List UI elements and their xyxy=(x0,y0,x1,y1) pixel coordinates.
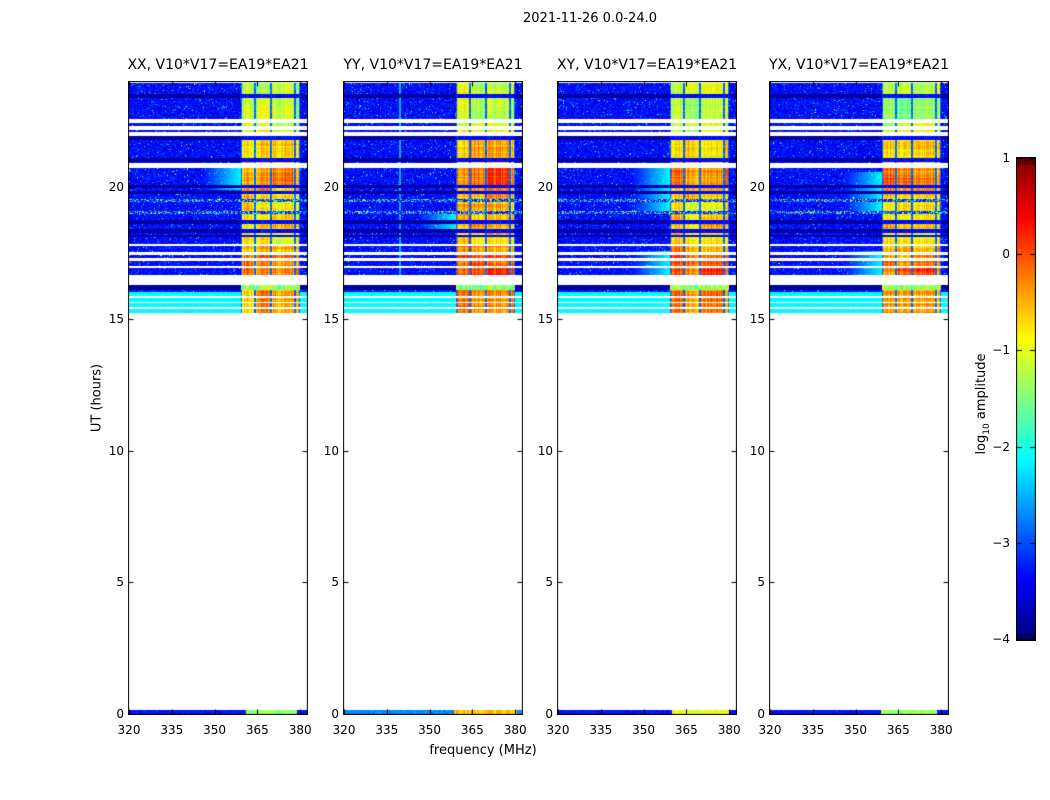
x-tick-label: 380 xyxy=(929,723,953,737)
x-tick-label: 350 xyxy=(844,723,868,737)
y-tick-label: 10 xyxy=(108,443,124,458)
colorbar-tick-label: −1 xyxy=(992,343,1010,358)
x-tick-label: 365 xyxy=(245,723,269,737)
y-tick-label: 10 xyxy=(749,443,765,458)
colorbar-tick-label: −3 xyxy=(992,535,1010,550)
colorbar-tick-label: −2 xyxy=(992,439,1010,454)
y-tick-label: 5 xyxy=(331,575,339,590)
y-tick-label: 5 xyxy=(545,575,553,590)
y-tick-label: 15 xyxy=(749,312,765,326)
panel-title-yx: YX, V10*V17=EA19*EA21 xyxy=(768,57,950,73)
x-tick-label: 365 xyxy=(460,723,484,737)
spectrogram-panel-xx xyxy=(128,81,308,715)
y-tick-label: 5 xyxy=(757,575,765,590)
x-tick-label: 380 xyxy=(717,723,741,737)
x-tick-label: 320 xyxy=(332,723,356,737)
colorbar xyxy=(1016,157,1036,641)
colorbar-tick-label: 0 xyxy=(1002,247,1010,262)
spectrogram-panel-yy xyxy=(343,81,523,715)
y-tick-label: 5 xyxy=(116,575,124,590)
y-tick-label: 0 xyxy=(331,707,339,721)
x-tick-label: 350 xyxy=(632,723,656,737)
colorbar-tick-label: 1 xyxy=(1002,151,1010,165)
figure-title: 2021-11-26 0.0-24.0 xyxy=(523,11,657,26)
y-tick-label: 0 xyxy=(757,707,765,721)
x-tick-label: 350 xyxy=(418,723,442,737)
spectrogram-panel-xy xyxy=(557,81,737,715)
x-tick-label: 380 xyxy=(503,723,527,737)
y-tick-label: 20 xyxy=(749,180,765,195)
y-tick-label: 15 xyxy=(323,312,339,326)
y-tick-label: 10 xyxy=(323,443,339,458)
x-tick-label: 335 xyxy=(589,723,613,737)
x-tick-label: 380 xyxy=(288,723,312,737)
y-tick-label: 20 xyxy=(108,180,124,195)
y-tick-label: 20 xyxy=(323,180,339,195)
x-tick-label: 335 xyxy=(160,723,184,737)
x-tick-label: 335 xyxy=(375,723,399,737)
y-axis-label: UT (hours) xyxy=(89,363,105,433)
y-tick-label: 0 xyxy=(116,707,124,721)
x-tick-label: 350 xyxy=(203,723,227,737)
x-tick-label: 320 xyxy=(758,723,782,737)
y-tick-label: 15 xyxy=(108,312,124,326)
x-tick-label: 365 xyxy=(886,723,910,737)
panel-title-yy: YY, V10*V17=EA19*EA21 xyxy=(343,57,523,73)
x-axis-label: frequency (MHz) xyxy=(429,743,537,758)
dynamic-spectrum-figure: 2021-11-26 0.0-24.0 XX, V10*V17=EA19*EA2… xyxy=(0,0,1050,800)
y-tick-label: 0 xyxy=(545,707,553,721)
x-tick-label: 320 xyxy=(117,723,141,737)
panel-title-xx: XX, V10*V17=EA19*EA21 xyxy=(127,57,309,73)
y-tick-label: 15 xyxy=(537,312,553,326)
spectrogram-panel-yx xyxy=(769,81,949,715)
x-tick-label: 320 xyxy=(546,723,570,737)
panel-title-xy: XY, V10*V17=EA19*EA21 xyxy=(556,57,738,73)
x-tick-label: 335 xyxy=(801,723,825,737)
y-tick-label: 20 xyxy=(537,180,553,195)
y-tick-label: 10 xyxy=(537,443,553,458)
x-tick-label: 365 xyxy=(674,723,698,737)
colorbar-tick-label: −4 xyxy=(992,632,1010,646)
